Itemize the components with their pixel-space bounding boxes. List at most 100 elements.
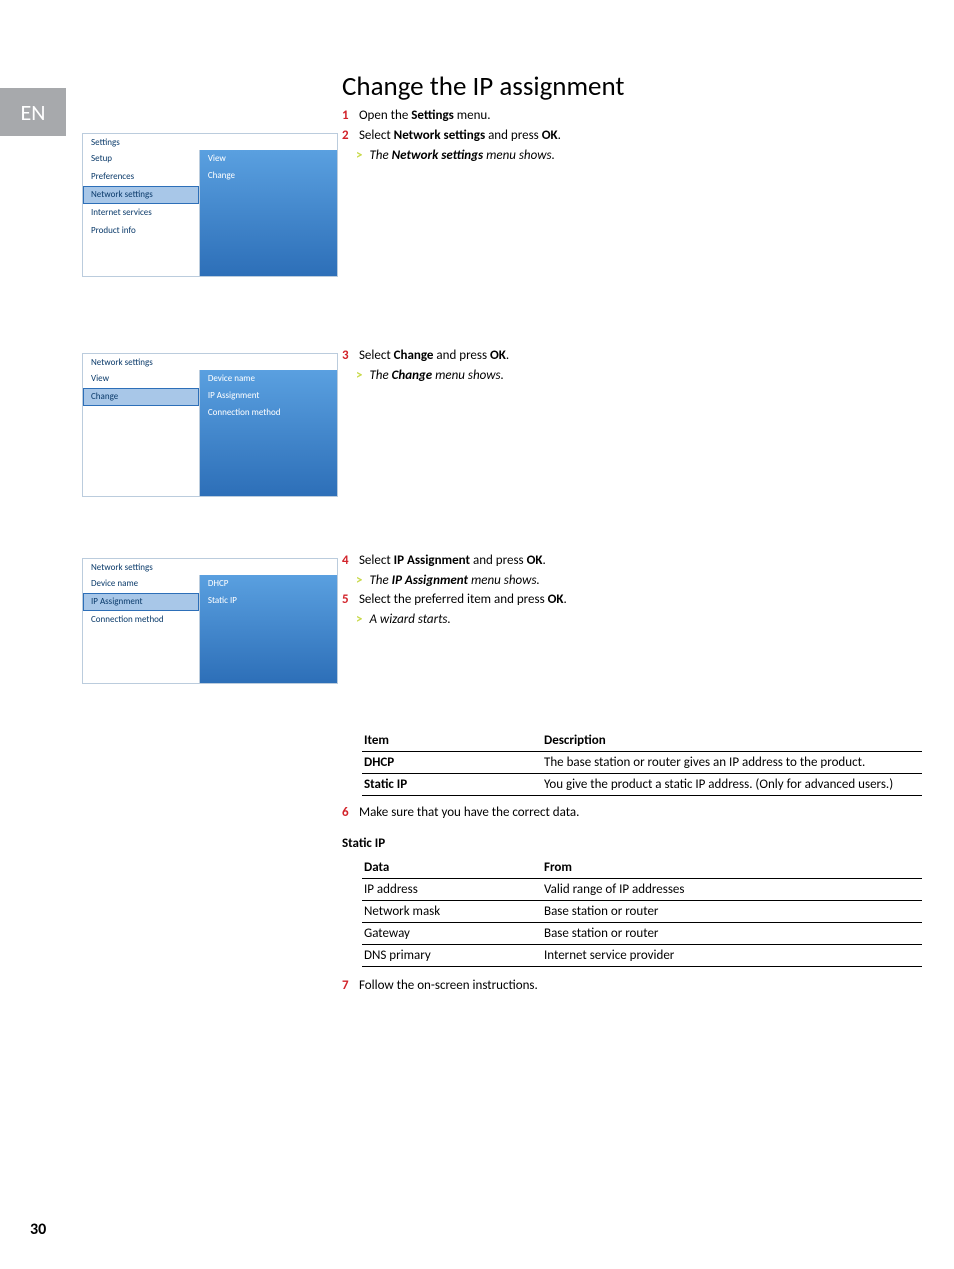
table-cell: DHCP <box>362 752 542 774</box>
menu-item: View <box>83 370 199 388</box>
step-text: Follow the on-screen instructions. <box>359 977 899 995</box>
menu-item: Setup <box>83 150 199 168</box>
ui-left-panel: View Change <box>83 370 200 496</box>
table-cell: DNS primary <box>362 945 542 967</box>
step-3: 3 Select Change and press OK. <box>342 347 922 365</box>
step-6: 6 Make sure that you have the correct da… <box>342 804 922 822</box>
text: Select <box>359 128 394 143</box>
table-header: Data <box>362 857 542 879</box>
text: and press <box>485 128 542 143</box>
ui-screenshot-settings: Settings Setup Preferences Network setti… <box>82 133 338 277</box>
table-cell: Internet service provider <box>542 945 922 967</box>
table-header: From <box>542 857 922 879</box>
ui-right-panel: View Change <box>200 150 337 276</box>
ui-title: Network settings <box>83 354 337 370</box>
ui-title: Settings <box>83 134 337 150</box>
menu-spacer <box>83 258 199 276</box>
menu-item-selected: Change <box>83 388 199 406</box>
menu-item-selected: Network settings <box>83 186 199 204</box>
text: The <box>369 368 391 383</box>
text: Select <box>359 553 394 568</box>
table-cell: Base station or router <box>542 923 922 945</box>
menu-item: DHCP <box>200 575 337 592</box>
step-1: 1 Open the Settings menu. <box>342 107 922 125</box>
text-bold: Change <box>392 368 433 383</box>
menu-spacer <box>83 665 199 683</box>
static-ip-table: Data From IP address Valid range of IP a… <box>362 857 922 967</box>
menu-spacer <box>83 629 199 647</box>
text-bold: Change <box>394 348 434 363</box>
text: . <box>558 128 561 143</box>
table-cell: The base station or router gives an IP a… <box>542 752 922 774</box>
table-header: Description <box>542 730 922 752</box>
text-bold: Network settings <box>392 148 484 163</box>
menu-spacer <box>83 442 199 460</box>
step-4: 4 Select IP Assignment and press OK. <box>342 552 922 570</box>
menu-item: Connection method <box>200 404 337 421</box>
table-cell: Valid range of IP addresses <box>542 879 922 901</box>
page-content: Change the IP assignment 1 Open the Sett… <box>82 70 922 998</box>
ui-right-panel: DHCP Static IP <box>200 575 337 683</box>
text-bold: OK <box>527 553 543 568</box>
table-cell: Network mask <box>362 901 542 923</box>
menu-item: Change <box>200 167 337 184</box>
step-text: Select the preferred item and press OK. <box>359 591 899 609</box>
step-number: 2 <box>342 127 356 145</box>
menu-item: View <box>200 150 337 167</box>
step-5: 5 Select the preferred item and press OK… <box>342 591 922 609</box>
step-text: Select Network settings and press OK. <box>359 127 899 145</box>
text-bold: OK <box>542 128 558 143</box>
menu-item: Device name <box>200 370 337 387</box>
table-cell: IP address <box>362 879 542 901</box>
text: menu shows. <box>483 148 555 163</box>
step-number: 6 <box>342 804 356 822</box>
language-tab: EN <box>0 88 66 136</box>
text: and press <box>433 348 490 363</box>
menu-item: Preferences <box>83 168 199 186</box>
text: . <box>506 348 509 363</box>
text-bold: OK <box>490 348 506 363</box>
table-cell: You give the product a static IP address… <box>542 774 922 796</box>
page-number: 30 <box>30 1220 46 1239</box>
menu-spacer <box>83 406 199 424</box>
menu-spacer <box>83 240 199 258</box>
menu-spacer <box>83 424 199 442</box>
step-text: Select Change and press OK. <box>359 347 899 365</box>
static-ip-heading: Static IP <box>342 836 922 851</box>
text: menu. <box>454 108 491 123</box>
ui-left-panel: Setup Preferences Network settings Inter… <box>83 150 200 276</box>
text-bold: IP Assignment <box>394 553 470 568</box>
text: The <box>369 573 391 588</box>
ui-screenshot-ip-assignment: Network settings Device name IP Assignme… <box>82 558 338 684</box>
text: Select <box>359 348 394 363</box>
text: Select the preferred item and press <box>359 592 548 607</box>
text-bold: Network settings <box>394 128 486 143</box>
menu-item: Connection method <box>83 611 199 629</box>
step-number: 7 <box>342 977 356 995</box>
menu-item-selected: IP Assignment <box>83 593 199 611</box>
chevron-icon: > <box>356 573 362 588</box>
item-description-table: Item Description DHCP The base station o… <box>362 730 922 796</box>
step-text: Select IP Assignment and press OK. <box>359 552 899 570</box>
menu-item: IP Assignment <box>200 387 337 404</box>
step-number: 5 <box>342 591 356 609</box>
menu-item: Internet services <box>83 204 199 222</box>
text: menu shows. <box>468 573 540 588</box>
menu-item: Product info <box>83 222 199 240</box>
table-cell: Static IP <box>362 774 542 796</box>
page-title: Change the IP assignment <box>342 70 922 103</box>
text: menu shows. <box>432 368 504 383</box>
table-cell: Base station or router <box>542 901 922 923</box>
text: The <box>369 148 391 163</box>
chevron-icon: > <box>356 148 362 163</box>
menu-spacer <box>83 647 199 665</box>
step-number: 3 <box>342 347 356 365</box>
text: . <box>564 592 567 607</box>
text: Open the <box>359 108 411 123</box>
text: and press <box>470 553 527 568</box>
text: . <box>542 553 545 568</box>
ui-left-panel: Device name IP Assignment Connection met… <box>83 575 200 683</box>
step-number: 4 <box>342 552 356 570</box>
step-4-result: > The IP Assignment menu shows. <box>356 572 922 590</box>
table-header: Item <box>362 730 542 752</box>
